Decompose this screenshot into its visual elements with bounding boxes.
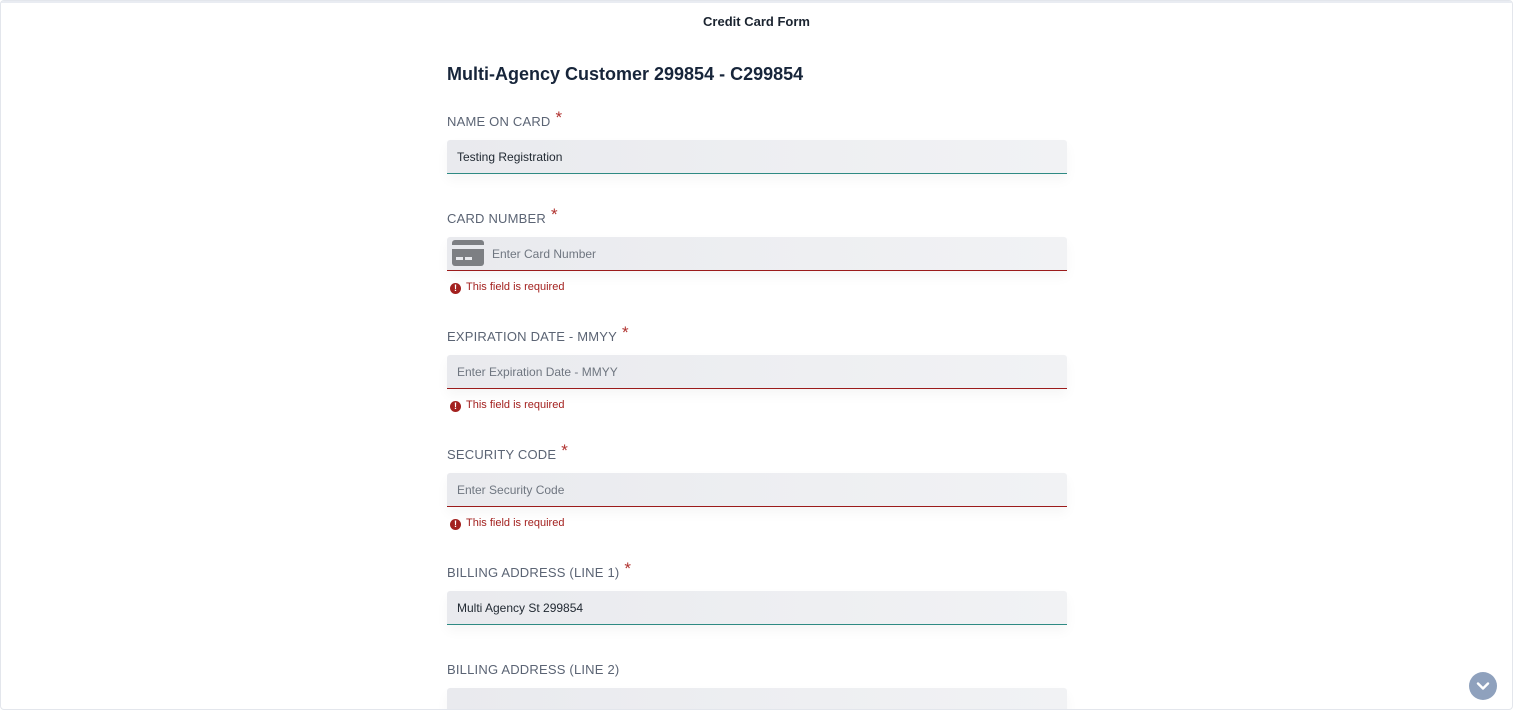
- security-code-input[interactable]: Enter Security Code: [447, 473, 1067, 507]
- credit-card-form-window: Credit Card Form Multi-Agency Customer 2…: [0, 0, 1513, 710]
- scroll-down-button[interactable]: [1469, 672, 1497, 700]
- required-marker: *: [624, 559, 632, 578]
- credit-card-icon: [452, 240, 484, 266]
- billing-address-line1-label-text: BILLING ADDRESS (LINE 1): [447, 565, 620, 580]
- card-number-placeholder: Enter Card Number: [492, 247, 597, 261]
- top-border: [1, 1, 1512, 3]
- expiration-date-error: ! This field is required: [450, 399, 564, 412]
- security-code-error: ! This field is required: [450, 517, 564, 530]
- billing-address-line1-input[interactable]: Multi Agency St 299854: [447, 591, 1067, 625]
- error-text: This field is required: [466, 281, 565, 293]
- name-on-card-value: Testing Registration: [457, 150, 563, 164]
- security-code-label: SECURITY CODE *: [447, 441, 569, 464]
- card-number-error: ! This field is required: [450, 281, 564, 294]
- name-on-card-label: NAME ON CARD *: [447, 108, 563, 131]
- security-code-placeholder: Enter Security Code: [457, 483, 565, 497]
- exclamation-circle-icon: !: [450, 519, 461, 530]
- card-number-input[interactable]: Enter Card Number: [447, 237, 1067, 271]
- name-on-card-input[interactable]: Testing Registration: [447, 140, 1067, 174]
- expiration-date-input[interactable]: Enter Expiration Date - MMYY: [447, 355, 1067, 389]
- error-text: This field is required: [466, 517, 565, 529]
- required-marker: *: [561, 441, 569, 460]
- billing-address-line1-value: Multi Agency St 299854: [457, 601, 584, 615]
- security-code-label-text: SECURITY CODE: [447, 447, 557, 462]
- name-on-card-label-text: NAME ON CARD: [447, 114, 551, 129]
- billing-address-line2-input[interactable]: [447, 688, 1067, 709]
- expiration-date-label: EXPIRATION DATE - MMYY *: [447, 323, 629, 346]
- customer-heading: Multi-Agency Customer 299854 - C299854: [447, 64, 804, 84]
- card-number-label: CARD NUMBER *: [447, 205, 558, 228]
- exclamation-circle-icon: !: [450, 401, 461, 412]
- credit-card-form: Multi-Agency Customer 299854 - C299854 N…: [447, 59, 1067, 709]
- required-marker: *: [622, 323, 629, 342]
- card-number-label-text: CARD NUMBER: [447, 211, 546, 226]
- exclamation-circle-icon: !: [450, 283, 461, 294]
- required-marker: *: [550, 205, 558, 224]
- expiration-date-label-text: EXPIRATION DATE - MMYY: [447, 329, 618, 344]
- billing-address-line2-label-text: BILLING ADDRESS (LINE 2): [447, 662, 620, 677]
- billing-address-line2-label: BILLING ADDRESS (LINE 2): [447, 662, 619, 677]
- error-text: This field is required: [466, 399, 565, 411]
- required-marker: *: [555, 108, 563, 127]
- page-title: Credit Card Form: [703, 14, 810, 29]
- expiration-date-placeholder: Enter Expiration Date - MMYY: [457, 365, 618, 379]
- chevron-down-icon: [1476, 681, 1490, 690]
- billing-address-line1-label: BILLING ADDRESS (LINE 1) *: [447, 559, 632, 582]
